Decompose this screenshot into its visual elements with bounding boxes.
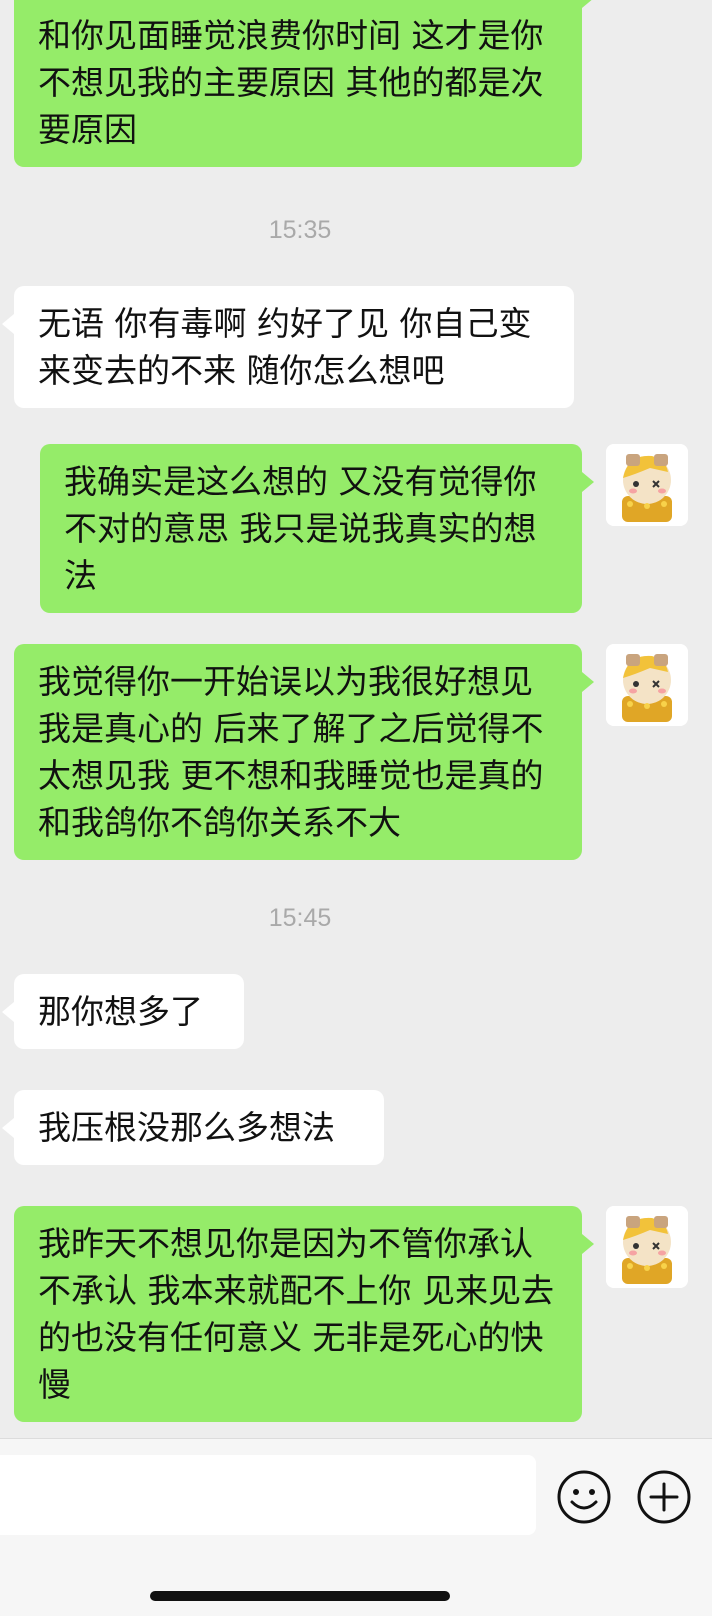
message-text: 无语 你有毒啊 约好了见 你自己变来变去的不来 随你怎么想吧 bbox=[38, 304, 532, 390]
chat-area[interactable]: 和你见面睡觉浪费你时间 这才是你不想见我的主要原因 其他的都是次要原因 15:3… bbox=[0, 0, 712, 1438]
avatar-image bbox=[606, 1206, 688, 1288]
avatar[interactable] bbox=[606, 1206, 688, 1288]
input-bar bbox=[0, 1438, 712, 1616]
avatar-image bbox=[606, 444, 688, 526]
message-bubble-received[interactable]: 我压根没那么多想法 bbox=[2, 1090, 384, 1165]
message-input[interactable] bbox=[0, 1455, 536, 1535]
message-bubble-sent[interactable]: 和你见面睡觉浪费你时间 这才是你不想见我的主要原因 其他的都是次要原因 bbox=[14, 0, 594, 167]
message-text: 我确实是这么想的 又没有觉得你不对的意思 我只是说我真实的想法 bbox=[64, 462, 537, 595]
message-text: 那你想多了 bbox=[38, 992, 203, 1031]
message-text: 和你见面睡觉浪费你时间 这才是你不想见我的主要原因 其他的都是次要原因 bbox=[38, 16, 544, 149]
plus-icon[interactable] bbox=[636, 1469, 692, 1525]
message-text: 我觉得你一开始误以为我很好想见我是真心的 后来了解了之后觉得不太想见我 更不想和… bbox=[38, 662, 544, 842]
avatar-image bbox=[606, 644, 688, 726]
message-text: 我昨天不想见你是因为不管你承认不承认 我本来就配不上你 见来见去的也没有任何意义… bbox=[38, 1224, 554, 1404]
home-indicator bbox=[150, 1591, 450, 1601]
avatar[interactable] bbox=[606, 444, 688, 526]
message-bubble-received[interactable]: 那你想多了 bbox=[2, 974, 244, 1049]
emoji-icon[interactable] bbox=[556, 1469, 612, 1525]
message-bubble-received[interactable]: 无语 你有毒啊 约好了见 你自己变来变去的不来 随你怎么想吧 bbox=[2, 286, 574, 408]
message-bubble-sent[interactable]: 我昨天不想见你是因为不管你承认不承认 我本来就配不上你 见来见去的也没有任何意义… bbox=[14, 1206, 594, 1422]
timestamp: 15:45 bbox=[268, 904, 332, 932]
timestamp: 15:35 bbox=[268, 216, 332, 244]
message-text: 我压根没那么多想法 bbox=[38, 1108, 335, 1147]
message-bubble-sent[interactable]: 我确实是这么想的 又没有觉得你不对的意思 我只是说我真实的想法 bbox=[40, 444, 594, 613]
message-bubble-sent[interactable]: 我觉得你一开始误以为我很好想见我是真心的 后来了解了之后觉得不太想见我 更不想和… bbox=[14, 644, 594, 860]
avatar[interactable] bbox=[606, 644, 688, 726]
